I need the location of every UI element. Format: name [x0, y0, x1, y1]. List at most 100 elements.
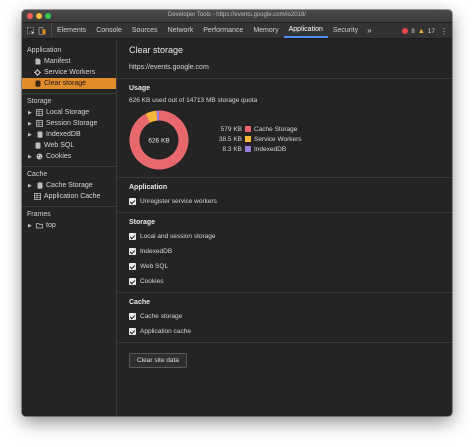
- sidebar-item-web-sql[interactable]: Web SQL: [22, 140, 116, 151]
- checkbox[interactable]: [129, 248, 136, 255]
- clear-site-data-button[interactable]: Clear site data: [129, 353, 187, 368]
- checkbox[interactable]: [129, 278, 136, 285]
- expand-arrow-icon[interactable]: ▶: [28, 132, 33, 138]
- checkbox[interactable]: [129, 313, 136, 320]
- usage-donut-svg: 626 KB: [129, 110, 189, 170]
- option-label: Web SQL: [140, 263, 169, 270]
- sidebar-item-label: Local Storage: [46, 109, 90, 116]
- option-cookies[interactable]: Cookies: [129, 278, 440, 285]
- gear-icon: [34, 69, 41, 76]
- application-heading: Application: [129, 184, 168, 191]
- legend-label: Cache Storage: [254, 125, 298, 133]
- application-sidebar: Application Manifest Service Workers Cle…: [22, 40, 117, 416]
- legend-value: 8.3 KB: [222, 145, 242, 153]
- expand-arrow-icon[interactable]: ▶: [28, 154, 33, 160]
- usage-legend: 579 KB Cache Storage 38.5 KB Service Wor…: [208, 126, 302, 153]
- tab-network[interactable]: Network: [163, 23, 199, 38]
- inspect-element-icon[interactable]: [27, 26, 35, 35]
- sidebar-item-label: Web SQL: [44, 142, 75, 149]
- origin-url: https://events.google.com: [129, 64, 209, 71]
- tab-security[interactable]: Security: [328, 23, 363, 38]
- tab-console[interactable]: Console: [91, 23, 127, 38]
- devtools-window: Developer Tools - https://events.google.…: [22, 10, 452, 416]
- legend-value: 579 KB: [220, 125, 242, 133]
- tab-sources[interactable]: Sources: [127, 23, 163, 38]
- sidebar-item-label: Session Storage: [46, 120, 98, 127]
- grid-icon: [36, 109, 43, 116]
- section-divider: [117, 212, 452, 213]
- expand-arrow-icon[interactable]: ▶: [28, 183, 33, 189]
- sidebar-item-label: Clear storage: [44, 80, 87, 87]
- title-bar: Developer Tools - https://events.google.…: [22, 10, 452, 23]
- device-toolbar-icon[interactable]: [38, 26, 46, 35]
- legend-label: IndexedDB: [254, 145, 287, 153]
- option-local-session-storage[interactable]: Local and session storage: [129, 233, 440, 240]
- error-count: 8: [411, 27, 415, 35]
- sidebar-section-frames: Frames: [27, 211, 51, 218]
- sidebar-item-label: Cache Storage: [46, 182, 93, 189]
- checkbox[interactable]: [129, 263, 136, 270]
- error-icon: [402, 28, 409, 34]
- sidebar-item-local-storage[interactable]: ▶ Local Storage: [22, 107, 116, 118]
- usage-breakdown: 626 KB 579 KB Cache Storage 38.5 KB Serv…: [129, 110, 440, 170]
- sidebar-item-cache-storage[interactable]: ▶ Cache Storage: [22, 180, 116, 191]
- expand-arrow-icon[interactable]: ▶: [28, 121, 33, 127]
- sidebar-item-frame-top[interactable]: ▶ top: [22, 220, 116, 231]
- option-indexeddb[interactable]: IndexedDB: [129, 248, 440, 255]
- option-label: Cookies: [140, 278, 164, 285]
- quota-text: 626 KB used out of 14713 MB storage quot…: [129, 97, 258, 104]
- legend-row-indexeddb: 8.3 KB IndexedDB: [208, 146, 302, 153]
- sidebar-item-application-cache[interactable]: Application Cache: [22, 191, 116, 202]
- sidebar-section-storage: Storage: [27, 98, 52, 105]
- usage-heading: Usage: [129, 85, 151, 92]
- sidebar-item-indexeddb[interactable]: ▶ IndexedDB: [22, 129, 116, 140]
- sidebar-item-service-workers[interactable]: Service Workers: [22, 67, 116, 78]
- cookie-icon: [36, 153, 43, 160]
- clear-storage-pane: Clear storage https://events.google.com …: [117, 40, 452, 416]
- expand-arrow-icon[interactable]: ▶: [28, 223, 33, 229]
- donut-slice-service-workers: [145, 110, 158, 123]
- storage-heading: Storage: [129, 219, 156, 226]
- issue-counters[interactable]: 8 ▲ 17 ⋮: [402, 23, 448, 39]
- warning-count: 17: [427, 27, 435, 35]
- tab-memory[interactable]: Memory: [248, 23, 283, 38]
- donut-total-label: 626 KB: [148, 137, 169, 144]
- sidebar-item-session-storage[interactable]: ▶ Session Storage: [22, 118, 116, 129]
- sidebar-section-application: Application: [27, 47, 62, 54]
- sidebar-item-label: IndexedDB: [46, 131, 81, 138]
- legend-swatch: [245, 126, 251, 132]
- sidebar-item-cookies[interactable]: ▶ Cookies: [22, 151, 116, 162]
- cache-heading: Cache: [129, 299, 151, 306]
- expand-arrow-icon[interactable]: ▶: [28, 110, 33, 116]
- tab-elements[interactable]: Elements: [52, 23, 91, 38]
- sidebar-item-label: Application Cache: [44, 193, 101, 200]
- sidebar-item-manifest[interactable]: Manifest: [22, 56, 116, 67]
- document-icon: [34, 58, 41, 65]
- option-web-sql[interactable]: Web SQL: [129, 263, 440, 270]
- sidebar-item-label: top: [46, 222, 56, 229]
- sidebar-divider: [22, 206, 116, 207]
- option-application-cache[interactable]: Application cache: [129, 328, 440, 335]
- sidebar-item-label: Manifest: [44, 58, 71, 65]
- legend-label: Service Workers: [254, 135, 302, 143]
- more-tabs-button[interactable]: »: [363, 23, 375, 38]
- database-icon: [36, 131, 43, 138]
- section-divider: [117, 177, 452, 178]
- database-icon: [34, 142, 41, 149]
- legend-row-service-workers: 38.5 KB Service Workers: [208, 136, 302, 143]
- legend-value: 38.5 KB: [218, 135, 242, 143]
- tab-application[interactable]: Application: [283, 23, 328, 38]
- usage-donut-chart: 626 KB: [129, 110, 189, 170]
- section-divider: [117, 78, 452, 79]
- section-divider: [117, 292, 452, 293]
- checkbox[interactable]: [129, 198, 136, 205]
- option-unregister-service-workers[interactable]: Unregister service workers: [129, 198, 440, 205]
- tab-performance[interactable]: Performance: [198, 23, 248, 38]
- sidebar-item-clear-storage[interactable]: Clear storage: [22, 78, 116, 89]
- page-title: Clear storage: [129, 45, 184, 55]
- option-cache-storage[interactable]: Cache storage: [129, 313, 440, 320]
- menu-kebab-icon[interactable]: ⋮: [440, 27, 448, 36]
- option-label: IndexedDB: [140, 248, 173, 255]
- checkbox[interactable]: [129, 328, 136, 335]
- checkbox[interactable]: [129, 233, 136, 240]
